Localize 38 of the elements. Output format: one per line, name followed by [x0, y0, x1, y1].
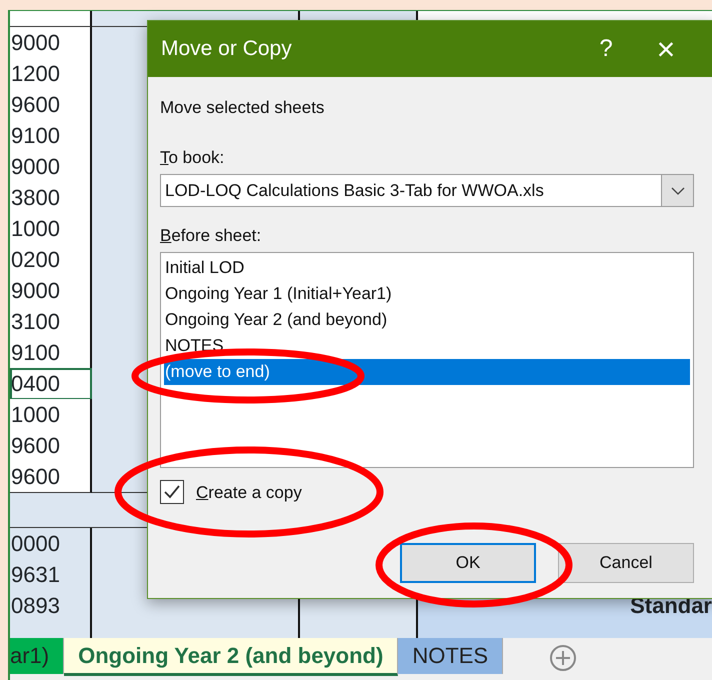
table-cell: 9100	[10, 337, 92, 369]
table-cell: 9000	[10, 151, 92, 183]
table-cell: 9600	[10, 461, 92, 493]
list-item[interactable]: Initial LOD	[164, 254, 690, 280]
checkbox-label: Create a copy	[196, 482, 302, 504]
field-label: To book:	[160, 146, 224, 168]
table-cell: 0893	[10, 590, 92, 622]
sheet-tab[interactable]: NOTES	[398, 638, 504, 674]
dialog-button[interactable]: Cancel	[558, 543, 694, 583]
table-cell: 0000	[10, 528, 92, 560]
list-item[interactable]: Ongoing Year 2 (and beyond)	[164, 306, 690, 332]
table-cell: 1000	[10, 399, 92, 431]
table-cell: 9000	[10, 27, 92, 59]
table-cell: 3100	[10, 306, 92, 338]
help-button[interactable]: ?	[576, 36, 636, 62]
table-cell: 9100	[10, 120, 92, 152]
window-title: Move or Copy	[161, 36, 292, 62]
checkbox[interactable]	[160, 480, 184, 504]
table-cell: 1000	[10, 213, 92, 245]
dialog-button[interactable]: OK	[400, 543, 536, 583]
sheet-tab[interactable]: Ongoing Year 2 (and beyond)	[64, 638, 398, 676]
table-cell: 0400	[10, 368, 92, 400]
table-cell: 9600	[10, 89, 92, 121]
table-cell: 3800	[10, 182, 92, 214]
book-dropdown[interactable]: LOD-LOQ Calculations Basic 3-Tab for WWOA.xls	[160, 174, 694, 207]
table-cell: 9600	[10, 430, 92, 462]
table-cell: 0200	[10, 244, 92, 276]
table-cell: 9631	[10, 559, 92, 591]
table-cell: 9000	[10, 275, 92, 307]
add-sheet-icon[interactable]	[549, 644, 578, 672]
list-item[interactable]: Ongoing Year 1 (Initial+Year1)	[164, 280, 690, 306]
close-button[interactable]: ×	[636, 32, 696, 66]
field-label: Before sheet:	[160, 225, 262, 247]
list-item[interactable]: (move to end)	[164, 358, 690, 384]
chevron-down-icon	[670, 186, 684, 194]
sheet-tab[interactable]: ar1)	[10, 638, 64, 674]
table-cell: 1200	[10, 58, 92, 90]
instruction-text: Move selected sheets	[160, 97, 324, 119]
